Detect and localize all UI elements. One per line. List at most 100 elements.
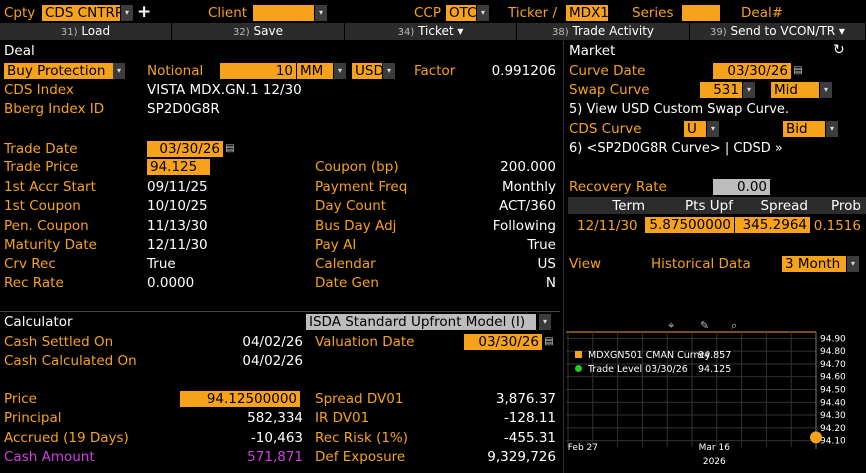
client-input[interactable] [253,5,314,21]
payment-freq-value: Monthly [501,179,556,195]
spread-dv01-value: 3,876.37 [495,391,556,407]
load-button[interactable]: 31) Load [0,23,172,40]
legend-series-2-name: Trade Level 03/30/26 [588,364,688,375]
pencil-icon[interactable]: ✎ [700,319,709,332]
notional-input[interactable]: 10 [220,63,296,79]
def-exposure-label: Def Exposure [315,449,406,465]
cds-curve-input[interactable]: U [684,121,706,137]
x-tick-label: Mar 16 [699,443,731,453]
pen-coupon-value: 11/13/30 [147,218,208,234]
spread-input[interactable]: 345.2964 [735,217,810,233]
trade-activity-button[interactable]: 38) Trade Activity [517,23,690,40]
trade-date-input[interactable]: 03/30/26 [147,141,223,157]
market-title: Market [569,43,616,59]
pay-ai-value: True [527,237,556,253]
recovery-rate-label: Recovery Rate [569,179,667,195]
send-vcon-button[interactable]: 39) Send to VCON/TR ▾ [690,23,866,40]
valuation-calendar-icon[interactable]: ▤ [544,334,554,350]
day-count-value: ACT/360 [499,198,556,214]
x-tick-label: Feb 27 [568,443,598,453]
pts-upf-input[interactable]: 5.87500000 [645,217,734,233]
historical-period-select[interactable]: 3 Month [782,256,846,272]
y-tick-label: 94.90 [820,334,846,344]
historical-data-label: Historical Data [651,256,751,272]
swap-curve-dropdown-icon[interactable]: ▾ [743,82,755,98]
cash-settled-label: Cash Settled On [4,334,114,350]
ticker-input[interactable]: MDX1 [566,5,608,21]
curve-link[interactable]: 6) <SP2D0G8R Curve> | CDSD » [569,141,783,156]
save-button[interactable]: 32) Save [172,23,345,40]
payment-freq-label: Payment Freq [315,179,408,195]
curve-calendar-icon[interactable]: ▤ [793,63,803,79]
model-select[interactable]: ISDA Standard Upfront Model (I) [306,314,536,330]
date-gen-label: Date Gen [315,275,379,291]
series-label: Series [632,5,674,21]
trade-level-point [810,431,822,444]
y-tick-label: 94.10 [820,437,846,447]
rec-risk-label: Rec Risk (1%) [315,430,409,446]
swap-side-dropdown-icon[interactable]: ▾ [820,82,832,98]
price-input[interactable]: 94.12500000 [180,391,300,407]
view-swap-curve-link[interactable]: 5) View USD Custom Swap Curve. [569,102,789,117]
swap-side-select[interactable]: Mid [771,82,819,98]
maturity-value: 12/11/30 [147,237,208,253]
y-tick-label: 94.70 [820,360,846,370]
ccp-input[interactable]: OTC [446,5,476,21]
first-coupon-label: 1st Coupon [4,198,81,214]
rec-risk-value: -455.31 [503,430,556,446]
ccp-dropdown-icon[interactable]: ▾ [477,5,489,21]
curve-date-input[interactable]: 03/30/26 [713,63,791,79]
swap-curve-input[interactable]: 531 [700,82,742,98]
legend-series-1-name: MDXGN501 CMAN Curncy [588,350,711,361]
crv-rec-label: Crv Rec [4,256,56,272]
ticker-label: Ticker / [508,5,558,21]
refresh-icon[interactable]: ↻ [833,42,845,58]
term-cell: 12/11/30 [577,218,638,234]
side-select[interactable]: Buy Protection [4,63,123,79]
zoom-icon[interactable]: ⌕ [731,319,737,333]
ir-dv01-label: IR DV01 [315,410,370,426]
accrued-value: -10,463 [250,430,303,446]
ccp-label: CCP [414,5,441,21]
bberg-index-label: Bberg Index ID [4,101,105,117]
coupon-value: 200.000 [500,159,556,175]
valuation-date-input[interactable]: 03/30/26 [464,334,542,350]
currency-select[interactable]: USD [352,63,382,79]
cds-index-label: CDS Index [4,82,74,98]
valuation-date-label: Valuation Date [315,334,415,350]
calendar-icon[interactable]: ▤ [225,141,235,157]
side-dropdown-icon[interactable]: ▾ [113,63,125,79]
cds-side-select[interactable]: Bid [783,121,825,137]
notional-unit-select[interactable]: MM [297,63,333,79]
cpty-input[interactable]: CDS CNTRP. [42,5,120,21]
currency-dropdown-icon[interactable]: ▾ [383,63,395,79]
accr-start-value: 09/11/25 [147,179,208,195]
date-gen-value: N [545,275,556,291]
add-cpty-icon[interactable]: + [137,2,151,22]
accr-start-label: 1st Accr Start [4,179,96,195]
ticket-button[interactable]: 34) Ticket ▾ [345,23,517,40]
historical-chart[interactable]: 94.90 94.80 94.70 94.60 94.50 94.40 94.30 94.20… [566,317,866,473]
trade-price-input[interactable]: 94.125 [147,159,210,175]
crv-rec-value: True [147,256,176,272]
cpty-dropdown-icon[interactable]: ▾ [121,5,133,21]
notional-unit-dropdown-icon[interactable]: ▾ [334,63,346,79]
model-dropdown-icon[interactable]: ▾ [539,314,551,330]
maturity-label: Maturity Date [4,237,97,253]
cds-side-dropdown-icon[interactable]: ▾ [826,121,838,137]
bberg-index-value: SP2D0G8R [147,101,220,117]
series-input[interactable] [682,5,720,21]
swap-curve-label: Swap Curve [569,82,650,98]
historical-period-dropdown-icon[interactable]: ▾ [847,256,859,272]
y-tick-label: 94.40 [820,398,846,408]
bus-day-value: Following [492,218,556,234]
price-label: Price [4,391,37,407]
toolbar: 31) Load 32) Save 34) Ticket ▾ 38) Trade… [0,23,866,40]
view-label: View [569,256,602,272]
calculator-divider [0,311,560,312]
crosshair-icon[interactable]: ⌖ [668,319,674,333]
cds-curve-dropdown-icon[interactable]: ▾ [707,121,719,137]
deal-title: Deal [4,43,35,59]
curve-date-label: Curve Date [569,63,646,79]
client-dropdown-icon[interactable]: ▾ [315,5,327,21]
